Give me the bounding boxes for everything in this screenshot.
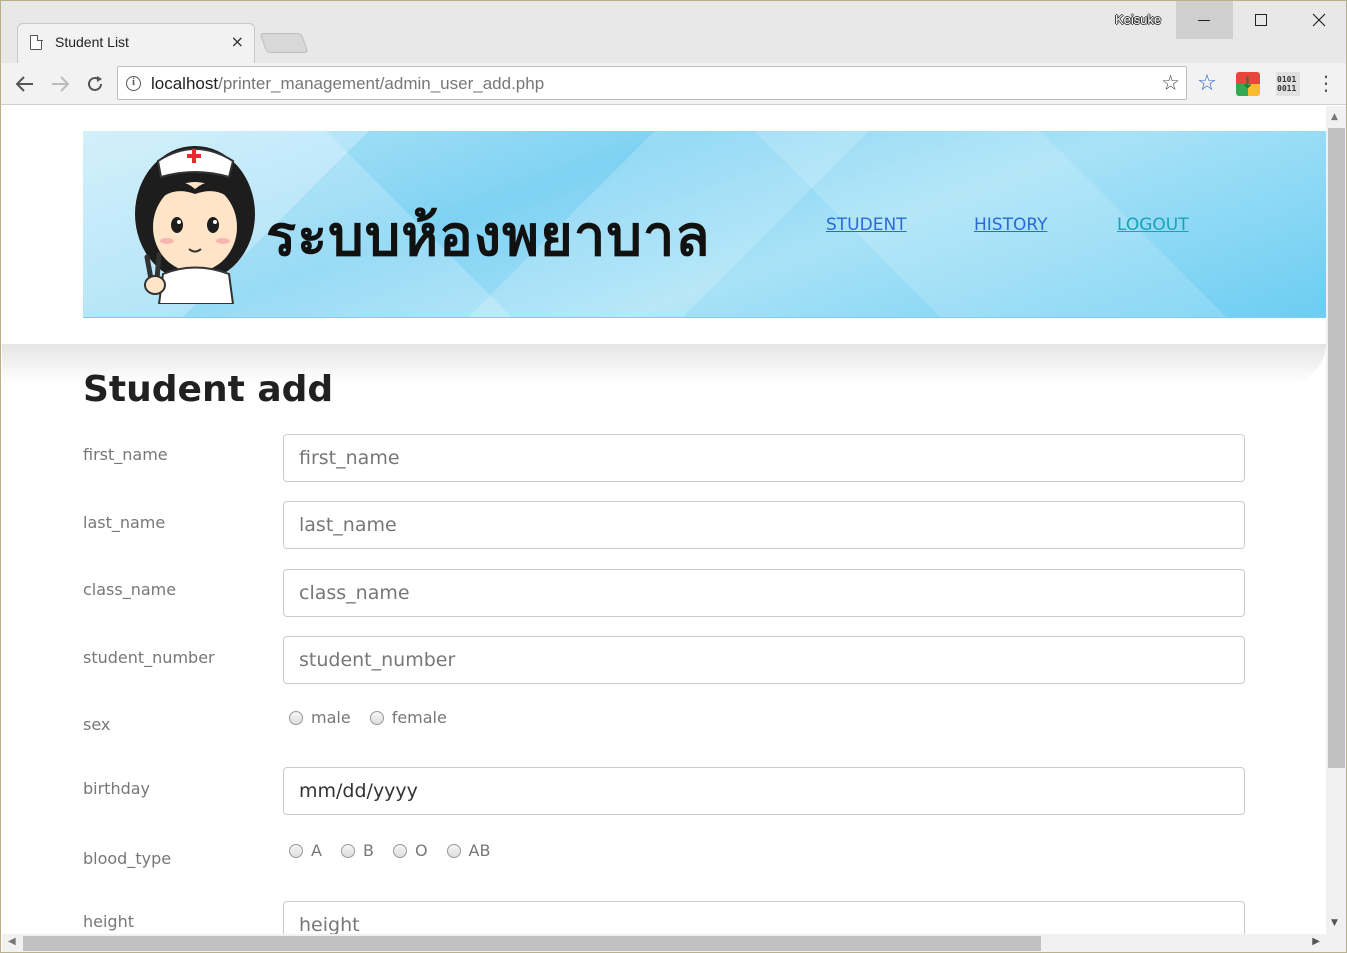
scrollbar-corner [1326,934,1346,952]
height-input[interactable] [283,901,1245,934]
scroll-up-icon[interactable]: ▲ [1331,112,1338,122]
first-name-label: first_name [83,445,168,464]
sex-female-radio[interactable]: female [369,708,447,727]
sex-radio-group: male female [289,708,466,727]
url-text[interactable]: localhost/printer_management/admin_user_… [151,74,544,94]
reload-icon[interactable] [80,69,110,99]
profile-name[interactable]: Keisuke [1115,12,1161,27]
nav-student-link[interactable]: STUDENT [826,215,907,235]
vertical-scroll-thumb[interactable] [1328,128,1345,768]
extension-star-icon[interactable]: ☆ [1195,72,1219,96]
site-title: ระบบห้องพยาบาล [266,204,711,269]
radio-button[interactable] [369,710,384,725]
info-icon[interactable]: i [126,76,141,91]
tab-close-icon[interactable]: × [231,32,244,51]
blood-type-radio-group: A B O AB [289,841,509,860]
last-name-input[interactable] [283,501,1245,549]
birthday-label: birthday [83,779,151,798]
class-name-input[interactable] [283,569,1245,617]
bookmark-star-icon[interactable]: ☆ [1161,71,1180,95]
menu-dots-icon[interactable]: ⋮ [1316,71,1336,95]
page-title: Student add [83,369,334,410]
class-name-label: class_name [83,580,177,599]
header-banner: ระบบห้องพยาบาล STUDENT HISTORY LOGOUT [83,131,1326,318]
address-bar[interactable]: i localhost/printer_management/admin_use… [117,66,1187,100]
maximize-button[interactable] [1233,1,1290,39]
blood-type-label: blood_type [83,849,172,868]
horizontal-scrollbar[interactable]: ◀ ▶ [2,934,1326,952]
close-icon [1312,13,1325,27]
nav-history-link[interactable]: HISTORY [974,215,1047,235]
radio-button[interactable] [289,843,303,858]
minimize-button[interactable] [1176,1,1233,39]
height-label: height [83,912,134,931]
extension-download-icon[interactable] [1236,72,1260,96]
browser-toolbar: i localhost/printer_management/admin_use… [1,63,1346,105]
minimize-icon [1198,20,1210,21]
vertical-scrollbar[interactable]: ▲ ▼ [1326,106,1346,934]
blood-type-ab-radio[interactable]: AB [446,841,490,860]
extension-binary-icon[interactable]: 0101 0011 [1276,72,1300,96]
radio-button[interactable] [289,710,303,725]
browser-window: Student List × Keisuke i localhost/print… [0,0,1347,953]
scroll-left-icon[interactable]: ◀ [8,936,16,947]
last-name-label: last_name [83,513,166,532]
student-number-label: student_number [83,648,215,667]
horizontal-scroll-thumb[interactable] [23,936,1041,951]
blood-type-o-radio[interactable]: O [392,841,428,860]
nurse-logo [135,146,255,304]
blood-type-b-radio[interactable]: B [340,841,374,860]
scroll-right-icon[interactable]: ▶ [1312,936,1320,947]
first-name-input[interactable] [283,434,1245,482]
title-bar: Student List × Keisuke [1,1,1346,63]
sex-male-radio[interactable]: male [289,708,351,727]
radio-button[interactable] [340,843,355,858]
blood-type-a-radio[interactable]: A [289,841,322,860]
forward-icon[interactable] [45,69,75,99]
tab-title: Student List [55,34,129,50]
close-window-button[interactable] [1290,1,1346,39]
sex-label: sex [83,715,111,734]
back-icon[interactable] [10,69,40,99]
maximize-icon [1255,14,1267,26]
tab-student-list[interactable]: Student List × [17,23,255,63]
radio-button[interactable] [446,843,461,858]
nav-logout-link[interactable]: LOGOUT [1117,215,1189,235]
page-viewport: ระบบห้องพยาบาล STUDENT HISTORY LOGOUT St… [2,106,1326,934]
student-number-input[interactable] [283,636,1245,684]
document-icon [30,35,42,50]
birthday-input[interactable] [283,767,1245,815]
scroll-down-icon[interactable]: ▼ [1331,918,1338,928]
new-tab-button[interactable] [259,33,309,53]
radio-button[interactable] [392,843,407,858]
